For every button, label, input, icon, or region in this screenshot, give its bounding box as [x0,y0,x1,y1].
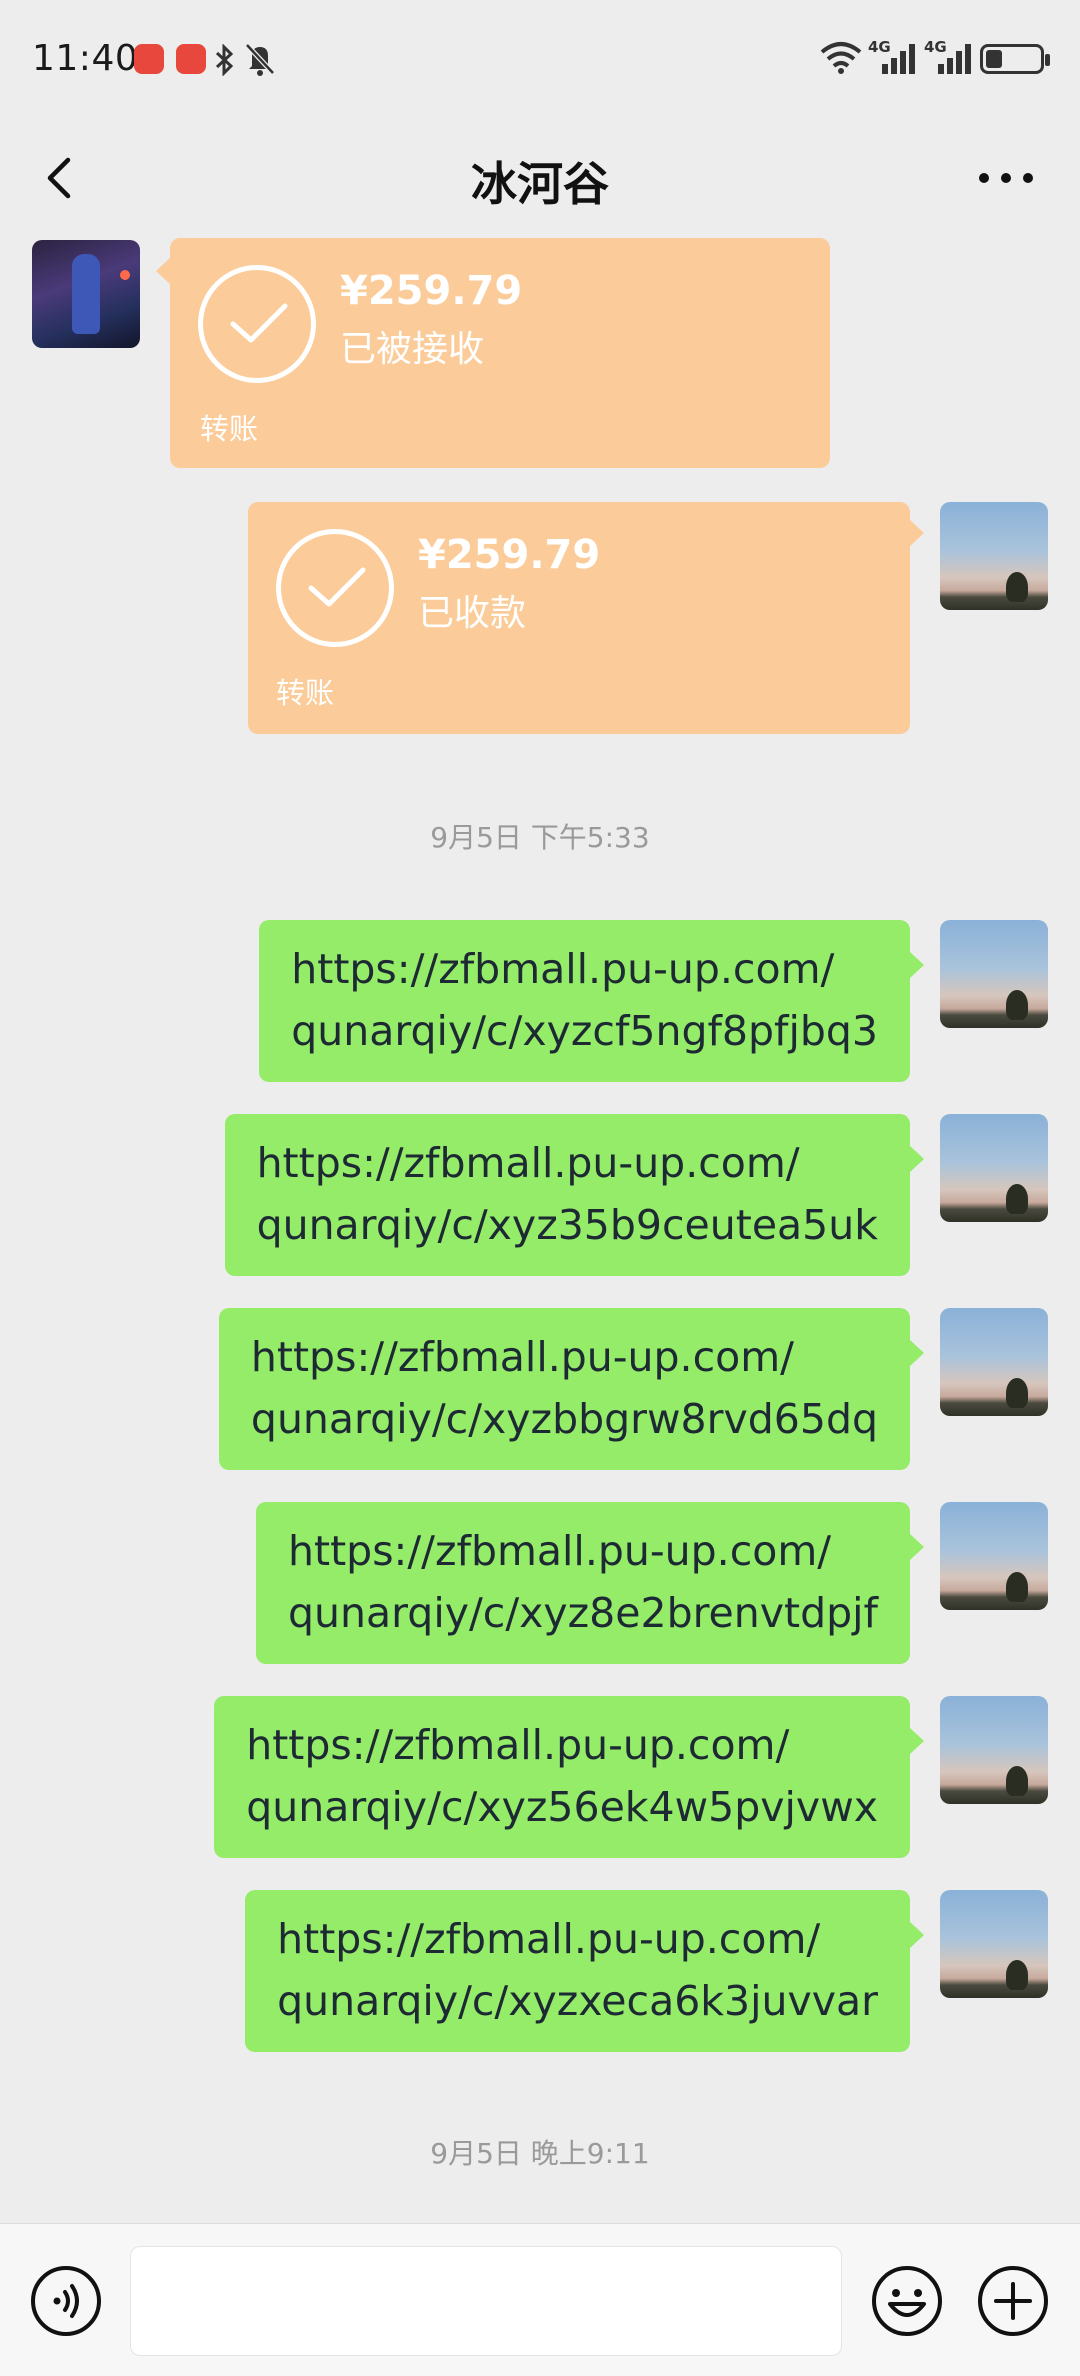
transfer-amount: ¥259.79 [340,268,523,314]
wifi-icon [820,42,862,74]
bubble-tail [156,258,170,284]
bubble-tail [910,520,924,546]
huawei-app-icon [176,44,206,74]
message-timestamp: 9月5日 下午5:33 [430,821,650,854]
contact-avatar[interactable] [32,240,140,348]
link-line-1: https://zfbmall.pu-up.com/ [250,1333,794,1381]
my-avatar[interactable] [940,1890,1048,1998]
message-input[interactable] [130,2246,842,2356]
link-message[interactable]: https://zfbmall.pu-up.com/ qunarqiy/c/xy… [245,1890,910,2052]
link-line-2: qunarqiy/c/xyz35b9ceutea5uk [256,1201,878,1249]
signal-icon [882,44,915,74]
link-message[interactable]: https://zfbmall.pu-up.com/ qunarqiy/c/xy… [256,1502,910,1664]
more-functions-icon[interactable] [976,2264,1050,2338]
link-line-2: qunarqiy/c/xyzxeca6k3juvvar [277,1977,878,2025]
link-line-2: qunarqiy/c/xyzcf5ngf8pfjbq3 [291,1007,878,1055]
link-message[interactable]: https://zfbmall.pu-up.com/ qunarqiy/c/xy… [224,1114,910,1276]
link-message[interactable]: https://zfbmall.pu-up.com/ qunarqiy/c/xy… [259,920,910,1082]
check-circle-icon [276,529,394,647]
transfer-status: 已收款 [418,593,527,634]
link-line-1: https://zfbmall.pu-up.com/ [256,1139,800,1187]
link-line-1: https://zfbmall.pu-up.com/ [277,1915,821,1963]
transfer-status: 已被接收 [340,329,485,370]
voice-input-icon[interactable] [29,2264,103,2338]
my-avatar[interactable] [940,1308,1048,1416]
transfer-message-received[interactable]: ¥259.79 已被接收 转账 [170,238,830,468]
my-avatar[interactable] [940,920,1048,1028]
message-timestamp: 9月5日 晚上9:11 [430,2137,650,2170]
link-line-2: qunarqiy/c/xyz8e2brenvtdpjf [288,1589,878,1637]
message-input-bar [0,2223,1080,2376]
emoji-icon[interactable] [870,2264,944,2338]
my-avatar[interactable] [940,1502,1048,1610]
bubble-tail [910,1534,924,1560]
bubble-tail [910,1728,924,1754]
link-message[interactable]: https://zfbmall.pu-up.com/ qunarqiy/c/xy… [214,1696,910,1858]
transfer-label: 转账 [200,412,259,446]
bubble-tail [910,1146,924,1172]
bubble-tail [910,952,924,978]
chat-title: 冰河谷 [471,157,609,211]
transfer-amount: ¥259.79 [418,532,601,578]
link-line-2: qunarqiy/c/xyzbbgrw8rvd65dq [250,1395,878,1443]
status-time: 11:40 [32,38,139,79]
link-line-1: https://zfbmall.pu-up.com/ [291,945,835,993]
mute-bell-icon [245,43,275,76]
my-avatar[interactable] [940,1114,1048,1222]
link-line-1: https://zfbmall.pu-up.com/ [246,1721,790,1769]
bubble-tail [910,1340,924,1366]
check-circle-icon [198,265,316,383]
chat-header: 冰河谷 [0,120,1080,238]
link-message[interactable]: https://zfbmall.pu-up.com/ qunarqiy/c/xy… [218,1308,910,1470]
transfer-label: 转账 [276,676,335,710]
battery-icon [980,44,1050,74]
link-line-1: https://zfbmall.pu-up.com/ [288,1527,832,1575]
my-avatar[interactable] [940,1696,1048,1804]
more-options-icon[interactable] [968,148,1044,208]
signal-icon [938,44,971,74]
message-list[interactable]: ¥259.79 已被接收 转账 ¥259.79 已收款 转账 9月5日 下午5:… [0,238,1080,2223]
bluetooth-icon [215,44,234,76]
status-bar: 11:40 4G 4G [0,0,1080,120]
my-avatar[interactable] [940,502,1048,610]
bubble-tail [910,1922,924,1948]
link-line-2: qunarqiy/c/xyz56ek4w5pvjvwx [246,1783,878,1831]
transfer-message-sent[interactable]: ¥259.79 已收款 转账 [248,502,910,734]
huawei-app-icon [134,44,164,74]
